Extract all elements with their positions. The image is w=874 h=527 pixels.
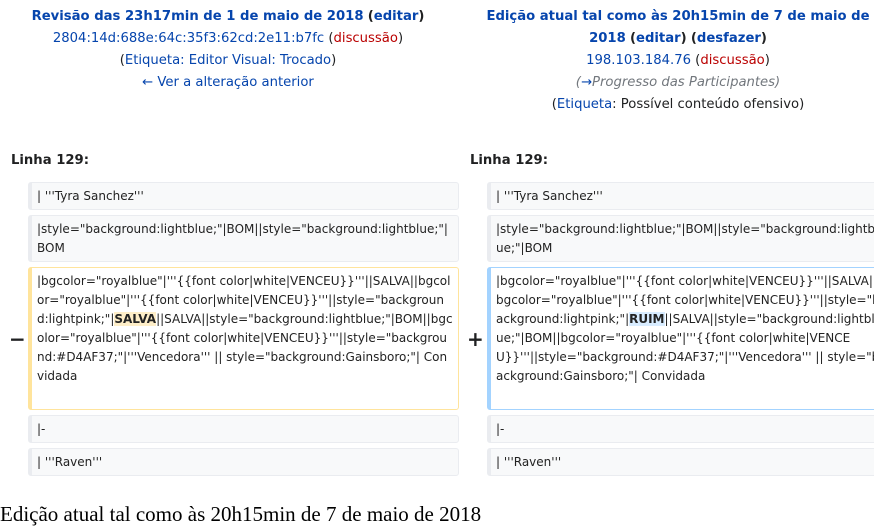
tag-link-left[interactable]: Etiqueta <box>125 53 180 68</box>
added-line: |bgcolor="royalblue"|'''{{font color|whi… <box>487 267 874 410</box>
line-number-left: Linha 129: <box>11 153 89 168</box>
current-revision-heading: Edição atual tal como às 20h15min de 7 d… <box>0 502 482 526</box>
talk-link-left[interactable]: discussão <box>334 31 398 46</box>
context-line-right: |- <box>487 415 874 443</box>
deleted-line-marker: − <box>9 327 26 351</box>
context-line-left: |- <box>28 415 459 443</box>
context-line-left: |style="background:lightblue;"|BOM||styl… <box>28 215 459 262</box>
current-revision-link[interactable]: Edição atual tal como às 20h15min de 7 d… <box>486 9 869 24</box>
old-revision-header: Revisão das 23h17min de 1 de maio de 201… <box>31 9 425 90</box>
previous-edit-link[interactable]: ← Ver a alteração anterior <box>142 75 314 90</box>
section-arrow-link[interactable]: → <box>581 75 592 90</box>
deleted-line: |bgcolor="royalblue"|'''{{font color|whi… <box>28 267 459 410</box>
context-line-right: |style="background:lightblue;"|BOM||styl… <box>487 215 874 262</box>
current-revision-header: Edição atual tal como às 20h15min de 7 d… <box>486 9 870 112</box>
tag-value-left: : Editor Visual: Trocado <box>180 53 332 68</box>
added-word: RUIM <box>629 312 665 326</box>
deleted-word: SALVA <box>114 312 157 326</box>
user-link-left[interactable]: 2804:14d:688e:64c:35f3:62cd:2e11:b7fc <box>53 31 324 46</box>
tag-value-right: : Possível conteúdo ofensivo <box>612 97 800 112</box>
edit-link-left[interactable]: editar <box>374 9 419 24</box>
edit-link-right[interactable]: editar <box>636 31 681 46</box>
added-line-marker: + <box>467 327 484 351</box>
talk-link-right[interactable]: discussão <box>700 53 764 68</box>
context-line-right: | '''Raven''' <box>487 448 874 476</box>
context-line-right: | '''Tyra Sanchez''' <box>487 182 874 210</box>
current-revision-link-year[interactable]: 2018 <box>589 31 626 46</box>
undo-link[interactable]: desfazer <box>697 31 761 46</box>
section-summary: Progresso das Participantes <box>592 75 776 90</box>
context-line-left: | '''Raven''' <box>28 448 459 476</box>
line-number-right: Linha 129: <box>470 153 548 168</box>
old-revision-link[interactable]: Revisão das 23h17min de 1 de maio de 201… <box>32 9 364 24</box>
context-line-left: | '''Tyra Sanchez''' <box>28 182 459 210</box>
user-link-right[interactable]: 198.103.184.76 <box>586 53 691 68</box>
tag-link-right[interactable]: Etiqueta <box>557 97 612 112</box>
